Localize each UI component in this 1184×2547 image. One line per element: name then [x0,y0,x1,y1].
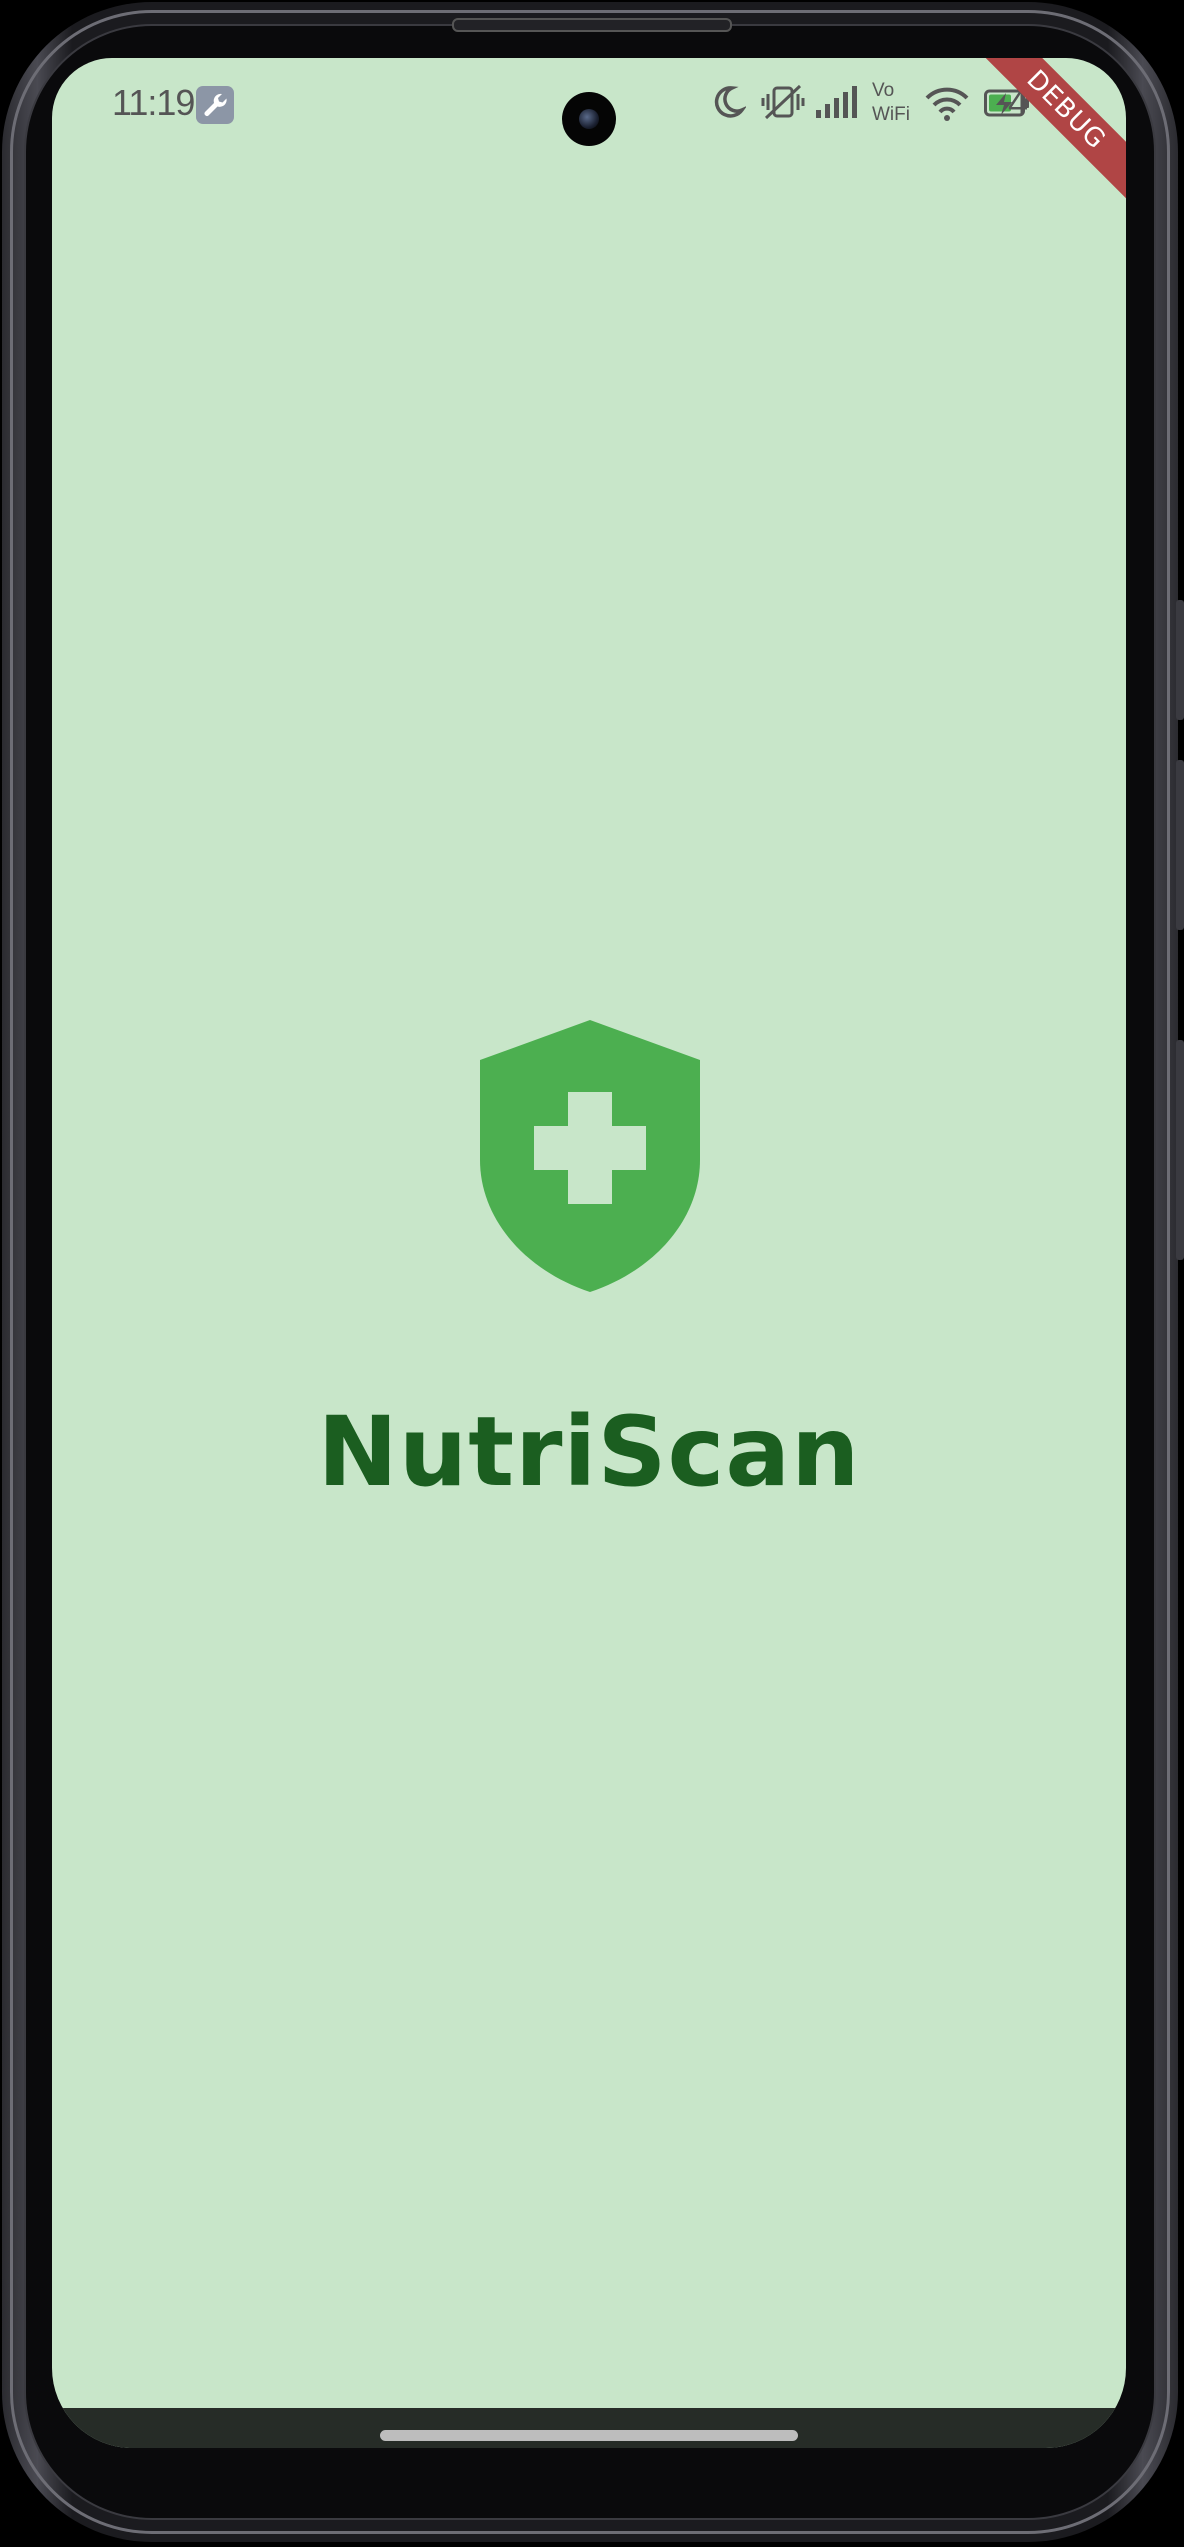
debug-banner: DEBUG [967,58,1126,209]
wrench-icon [196,86,234,124]
app-title: NutriScan [317,1396,861,1508]
wifi-icon [925,87,969,121]
shield-plus-icon [478,1018,702,1294]
earpiece-speaker [452,18,732,32]
signal-icon [816,86,857,118]
vowifi-icon: Vo WiFi [872,80,910,124]
svg-text:Vo: Vo [872,80,894,101]
svg-text:WiFi: WiFi [872,104,910,124]
status-time: 11:19 [112,82,195,123]
front-camera [562,92,616,146]
volume-button [1176,600,1184,720]
vibrate-off-icon [761,84,805,120]
moon-icon [714,86,746,118]
phone-device: 11:19 Vo WiFi 4 DEBUG NutriScan [0,0,1184,2547]
navigation-bar [52,2408,1126,2448]
power-button [1176,1040,1184,1260]
app-screen: 11:19 Vo WiFi 4 DEBUG NutriScan [52,58,1126,2448]
volume-button [1176,760,1184,930]
gesture-handle[interactable] [380,2430,798,2441]
